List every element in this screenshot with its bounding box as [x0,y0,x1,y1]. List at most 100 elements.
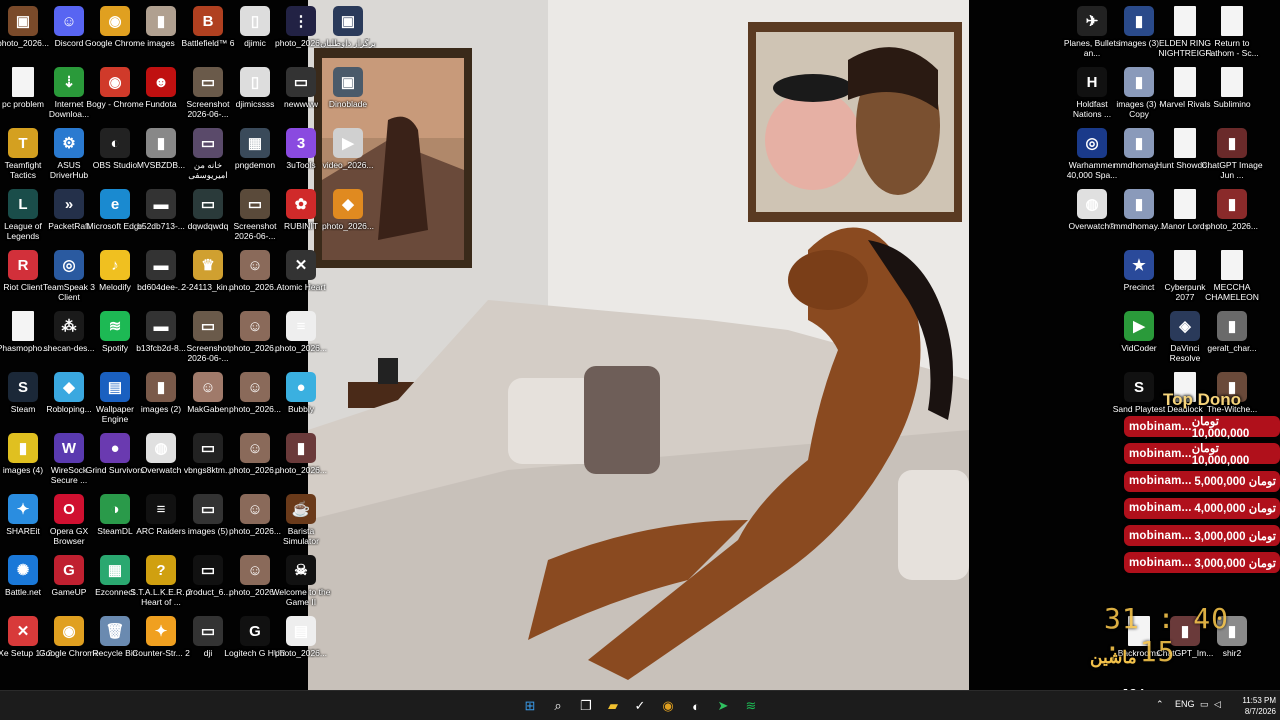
image-icon: ♛ [193,250,223,280]
donation-row: mobinam... تومان 3,000,000 [1124,552,1280,574]
wallpaper-art [308,0,969,690]
wiresock-icon: W [54,433,84,463]
image-icon: ▬ [146,250,176,280]
image-icon: ▭ [193,189,223,219]
clock-date: 8/7/2026 [1244,707,1276,716]
ezconnect-icon: ▦ [100,555,130,585]
text-file-icon [1174,250,1196,280]
donation-row: mobinam... تومان 10,000,000 [1124,416,1280,440]
image-icon: ▯ [240,67,270,97]
holdfast-icon: H [1077,67,1107,97]
app-button[interactable]: ✓ [629,696,651,716]
desktop-icon-label: photo_2026... [275,343,327,353]
image-icon: ▮ [1124,128,1154,158]
taskbar: ⊞ ⌕ ❐ ▰ ✓ ◉ ◐ ➤ ≋ ⌃ ENG ▭ ◁ 11:53 PM 8/7/2026 [0,690,1280,720]
donation-row: mobinam... تومان 5,000,000 [1124,470,1280,492]
file-explorer-button[interactable]: ▰ [602,696,624,716]
desktop-icon[interactable]: ✕ Atomic Heart [270,246,332,307]
clock-time: 11:53 PM [1242,696,1276,705]
timer-label: ماشین [1090,648,1137,667]
desktop-icon[interactable]: ▣ برگزار داوطلبان [317,2,379,63]
sxe-icon: ✕ [8,616,38,646]
desktop-icon[interactable]: ▮ geralt_char... [1201,307,1263,368]
chrome-button[interactable]: ◉ [657,696,679,716]
donation-row: mobinam... تومان 3,000,000 [1124,525,1280,547]
donation-row: mobinam... تومان 10,000,000 [1124,443,1280,467]
volume-icon[interactable]: ◁ [1214,699,1221,710]
photo-icon: ⋮ [286,6,316,36]
desktop-icon[interactable]: ▣ Dinoblade [317,63,379,124]
screenshot-icon: ▭ [193,311,223,341]
battlenet-icon: ✺ [8,555,38,585]
image-icon: ▦ [240,128,270,158]
barista-icon: ☕ [286,494,316,524]
desktop-icon[interactable]: MECCHA CHAMELEON [1201,246,1263,307]
image-icon: ▮ [146,128,176,158]
search-button[interactable]: ⌕ [547,696,569,716]
melodify-icon: ♪ [100,250,130,280]
steam-icon: S [8,372,38,402]
donation-row: mobinam... تومان 4,000,000 [1124,497,1280,519]
desktop-icon[interactable]: ▮ ChatGPT Image Jun ... [1201,124,1263,185]
opera-icon: O [54,494,84,524]
photo-icon: ▮ [286,433,316,463]
battlefield-icon: B [193,6,223,36]
text-file-icon [1221,250,1243,280]
desktop-icon[interactable]: ▮ photo_2026... [270,429,332,490]
image-icon: ▮ [1124,67,1154,97]
desktop-icon[interactable]: ≡ photo_2026... [270,307,332,368]
donations-list: mobinam... تومان 10,000,000 mobinam... توما… [1124,416,1280,574]
clock[interactable]: 11:53 PM 8/7/2026 [1232,695,1276,717]
desktop-icon[interactable]: Return to Fathom - Sc... [1201,2,1263,63]
riot-icon: R [8,250,38,280]
image-icon: ▮ [146,372,176,402]
shecan-icon: ⁂ [54,311,84,341]
telegram-button[interactable]: ➤ [712,696,734,716]
dinoblade-icon: ▣ [333,67,363,97]
donation-amount: تومان 3,000,000 [1194,557,1276,570]
logitech-icon: G [240,616,270,646]
desktop-icon-label: photo_2026... [275,648,327,658]
desktop-icon-label: Welcome to the Game II [271,587,331,607]
chrome-icon: ◉ [54,616,84,646]
arc-raiders-icon: ≡ [146,494,176,524]
desktop-icon[interactable]: ▮ photo_2026... [1201,185,1263,246]
obs-button[interactable]: ◐ [685,696,707,716]
packetraft-icon: » [54,189,84,219]
atomic-heart-icon: ✕ [286,250,316,280]
stalker-icon: ? [146,555,176,585]
donation-user: mobinam... [1129,502,1192,515]
desktop-icon-label: Sublimino [1213,99,1251,109]
desktop-icon-label: photo_2026... [322,221,374,231]
desktop-icon[interactable]: ◆ photo_2026... [317,185,379,246]
video-icon: ▶ [333,128,363,158]
video-icon: ▭ [193,128,223,158]
asus-icon: ⚙ [54,128,84,158]
image-icon: ▬ [146,189,176,219]
desktop-icon[interactable]: ☕ Barista Simulator [270,490,332,551]
desktop-icon-label: geralt_char... [1207,343,1257,353]
task-view-button[interactable]: ❐ [575,696,597,716]
network-icon[interactable]: ▭ [1200,699,1209,710]
desktop-icon[interactable]: Sublimino [1201,63,1263,124]
desktop-icon[interactable]: ▤ photo_2026... [270,612,332,673]
desktop-icon[interactable]: ● Bubbly [270,368,332,429]
start-button[interactable]: ⊞ [519,696,541,716]
photo-icon: ☺ [240,372,270,402]
donation-amount: تومان 3,000,000 [1194,530,1276,543]
language-indicator[interactable]: ENG [1175,699,1195,709]
desktop-icon-label: video_2026... [322,160,374,170]
photo-icon: ▤ [286,616,316,646]
spotify-button[interactable]: ≋ [740,696,762,716]
desktop-icon[interactable]: ▶ video_2026... [317,124,379,185]
obs-icon: ◐ [100,128,130,158]
desktop-icon-label: Barista Simulator [283,526,319,546]
donation-user: mobinam... [1129,420,1192,433]
text-file-icon [1174,67,1196,97]
grind-icon: ● [100,433,130,463]
photo-icon: ☺ [240,250,270,280]
teamspeak-icon: ◎ [54,250,84,280]
photo-icon: ▣ [8,6,38,36]
chevron-up-icon[interactable]: ⌃ [1156,699,1164,710]
desktop-icon[interactable]: ☠ Welcome to the Game II [270,551,332,612]
